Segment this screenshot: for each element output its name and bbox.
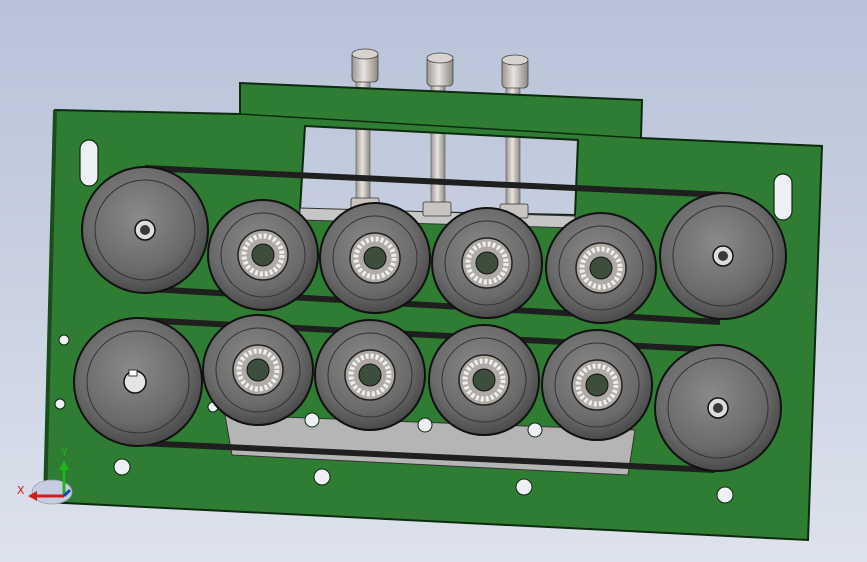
roller-upper-4[interactable] <box>545 212 657 324</box>
roller-lower-3[interactable] <box>428 324 540 436</box>
drive-pulley-upper-left[interactable] <box>81 166 209 294</box>
triad-y-label: Y <box>60 446 68 459</box>
roller-lower-4[interactable] <box>541 329 653 441</box>
roller-lower-2[interactable] <box>314 319 426 431</box>
roller-upper-3[interactable] <box>431 207 543 319</box>
roller-upper-2[interactable] <box>319 202 431 314</box>
slot-right <box>773 173 793 221</box>
drive-pulley-lower-right[interactable] <box>654 344 782 472</box>
drive-pulley-lower-left[interactable] <box>73 317 203 447</box>
cad-model-canvas[interactable]: Y X <box>0 0 867 562</box>
drive-pulley-upper-right[interactable] <box>659 192 787 320</box>
triad-x-label: X <box>17 484 25 497</box>
slot-left <box>79 139 99 187</box>
cad-viewport[interactable]: Y X <box>0 0 867 562</box>
roller-upper-1[interactable] <box>207 199 319 311</box>
roller-lower-1[interactable] <box>202 314 314 426</box>
